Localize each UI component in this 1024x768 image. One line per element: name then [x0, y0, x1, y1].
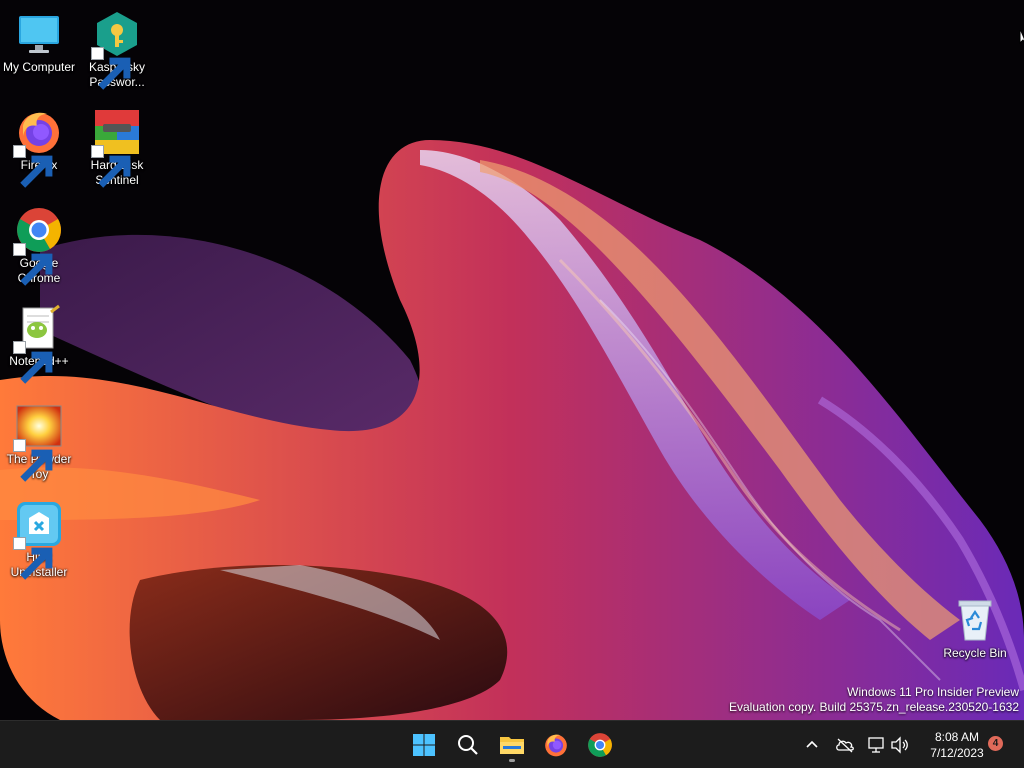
taskbar: 8:08 AM 7/12/2023 [0, 720, 1024, 768]
monitor-icon [15, 10, 63, 58]
show-hidden-icons-button[interactable] [801, 733, 823, 757]
onedrive-offline-icon [836, 738, 854, 753]
shortcut-arrow-icon [13, 537, 53, 580]
watermark-edition: Windows 11 Pro Insider Preview [847, 685, 1019, 699]
watermark-build: Evaluation copy. Build 25375.zn_release.… [729, 700, 1019, 714]
network-tray-button[interactable] [866, 733, 888, 757]
desktop-icon-notepad-plus-plus[interactable]: Notepad++ [0, 300, 78, 384]
volume-tray-button[interactable] [889, 733, 911, 757]
desktop-icon-my-computer[interactable]: My Computer [0, 6, 78, 75]
mouse-cursor-icon [1019, 30, 1024, 45]
firefox-icon [13, 108, 63, 188]
desktop-icon-recycle-bin[interactable]: Recycle Bin [936, 592, 1014, 661]
desktop-icon-the-powder-toy[interactable]: The Powder Toy [0, 398, 78, 482]
desktop-icon-label: Recycle Bin [943, 646, 1007, 660]
running-indicator [509, 759, 515, 762]
powder-toy-icon [13, 402, 63, 482]
shortcut-arrow-icon [13, 341, 53, 384]
clock-time: 8:08 AM [934, 730, 980, 744]
clock-button[interactable]: 8:08 AM 7/12/2023 [918, 729, 996, 761]
network-icon [868, 737, 884, 753]
file-explorer-button[interactable] [493, 727, 531, 763]
desktop-icon-label: My Computer [2, 60, 76, 74]
desktop-icon-hibit-uninstaller[interactable]: HiBit Uninstaller [0, 496, 78, 580]
firefox-taskbar-button[interactable] [537, 727, 575, 763]
shortcut-arrow-icon [13, 145, 53, 188]
recycle-bin-icon [951, 596, 999, 644]
chevron-up-icon [806, 740, 818, 748]
windows-evaluation-watermark: Windows 11 Pro Insider Preview Evaluatio… [729, 685, 1019, 715]
search-icon [458, 735, 478, 755]
shortcut-arrow-icon [91, 47, 131, 90]
hard-disk-sentinel-icon [91, 108, 141, 188]
desktop-icon-google-chrome[interactable]: Google Chrome [0, 202, 78, 286]
chrome-icon [13, 206, 63, 286]
start-button[interactable] [405, 727, 443, 763]
chrome-icon [588, 733, 612, 757]
hibit-uninstaller-icon [13, 500, 63, 580]
notepad-plus-plus-icon [13, 304, 63, 384]
windows-start-icon [413, 734, 435, 756]
desktop-icon-hard-disk-sentinel[interactable]: Hard Disk Sentinel [78, 104, 156, 188]
kaspersky-password-icon [91, 10, 141, 90]
search-button[interactable] [449, 727, 487, 763]
volume-icon [891, 736, 908, 754]
onedrive-tray-button[interactable] [834, 733, 856, 757]
clock-date: 7/12/2023 [930, 746, 984, 760]
desktop-icon-kaspersky-password-manager[interactable]: Kaspersky Passwor... [78, 6, 156, 90]
desktop[interactable]: My Computer Kaspersky Passwor... Firefox… [0, 0, 1024, 720]
shortcut-arrow-icon [13, 243, 53, 286]
shortcut-arrow-icon [91, 145, 131, 188]
chrome-taskbar-button[interactable] [581, 727, 619, 763]
notification-badge[interactable]: 4 [988, 736, 1003, 751]
file-explorer-icon [500, 737, 524, 754]
shortcut-arrow-icon [13, 439, 53, 482]
firefox-icon [545, 734, 567, 757]
desktop-icon-firefox[interactable]: Firefox [0, 104, 78, 188]
